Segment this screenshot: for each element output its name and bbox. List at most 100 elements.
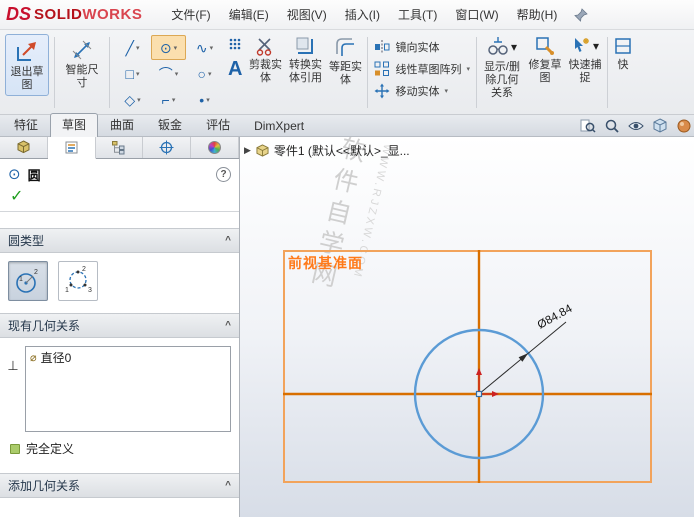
pin-menu-icon[interactable] bbox=[574, 7, 589, 22]
arc-tool-button[interactable]: ⌒ ▾ bbox=[151, 61, 186, 86]
menu-items: 文件(F) 编辑(E) 视图(V) 插入(I) 工具(T) 窗口(W) 帮助(H… bbox=[162, 0, 566, 29]
tab-dimxpert[interactable]: DimXpert bbox=[242, 116, 316, 136]
search-doc-icon[interactable] bbox=[579, 117, 596, 134]
offset-entities-button[interactable]: 等距实体 bbox=[325, 33, 365, 112]
circle-tool-icon: ⊙ bbox=[8, 166, 21, 183]
relation-list-item[interactable]: ⌀ 直径0 bbox=[26, 347, 230, 368]
ellipse-tool-button[interactable]: ○ ▾ bbox=[187, 61, 222, 86]
linear-pattern-label: 线性草图阵列 bbox=[395, 64, 462, 76]
display-delete-relations-button[interactable]: ▾ 显示/删除几何关系 bbox=[479, 33, 525, 112]
point-tool-button[interactable]: • ▾ bbox=[187, 87, 222, 112]
point-icon: • bbox=[199, 91, 205, 108]
tab-surfaces[interactable]: 曲面 bbox=[98, 113, 146, 136]
repair-sketch-button[interactable]: 修复草图 bbox=[525, 33, 565, 112]
section-circle-type-label: 圆类型 bbox=[8, 234, 45, 248]
clipped-tool-button[interactable]: 快 bbox=[610, 33, 636, 112]
section-view-icon[interactable] bbox=[651, 117, 668, 134]
menu-insert[interactable]: 插入(I) bbox=[336, 0, 389, 29]
linear-sketch-pattern-button[interactable]: 线性草图阵列 ▾ bbox=[374, 61, 470, 77]
line-tool-button[interactable]: ╱ ▾ bbox=[115, 35, 150, 60]
property-manager-tab[interactable] bbox=[47, 137, 96, 159]
feature-manager-tab[interactable] bbox=[0, 137, 48, 158]
arc-icon: ⌒ bbox=[158, 65, 173, 82]
solidworks-logo: DS SOLIDWORKS bbox=[6, 4, 142, 25]
ribbon-separator bbox=[475, 37, 477, 108]
quick-snaps-button[interactable]: ▾ 快速捕捉 bbox=[565, 33, 605, 112]
smart-dimension-button[interactable]: 智能尺寸 bbox=[60, 34, 104, 94]
trim-entities-icon bbox=[255, 36, 275, 56]
exit-sketch-icon bbox=[14, 38, 40, 64]
dropdown-icon: ▾ bbox=[207, 70, 212, 78]
text-tool-button[interactable]: A bbox=[228, 59, 242, 79]
property-manager-panel: ⊙ 圆 ? ✓ 圆类型 ^ 2 1 2 1 3 现有几何关系 ^ ⊥ ⌀ 直径0… bbox=[0, 137, 240, 517]
spline-tool-button[interactable]: ∿ ▾ bbox=[187, 35, 222, 60]
tree-root-item[interactable]: 零件1 (默认<<默认>_显... bbox=[274, 142, 410, 159]
menu-help[interactable]: 帮助(H) bbox=[508, 0, 567, 29]
fillet-icon: ⌐ bbox=[161, 91, 170, 108]
exit-sketch-button[interactable]: 退出草图 bbox=[5, 34, 49, 96]
tab-features[interactable]: 特征 bbox=[2, 113, 50, 136]
quick-snaps-icon bbox=[571, 36, 591, 56]
mirror-entities-label: 镜向实体 bbox=[395, 42, 440, 54]
dropdown-icon: ▾ bbox=[173, 44, 178, 52]
sketch-fillet-tool-button[interactable]: ⌐ ▾ bbox=[151, 87, 186, 112]
tab-sheet-metal[interactable]: 钣金 bbox=[146, 113, 194, 136]
appearance-icon[interactable] bbox=[675, 117, 692, 134]
section-add-relations[interactable]: 添加几何关系 ^ bbox=[0, 473, 239, 498]
section-existing-relations-label: 现有几何关系 bbox=[8, 319, 81, 333]
clipped-tool-icon bbox=[613, 36, 633, 56]
offset-entities-icon bbox=[334, 36, 356, 58]
menu-view[interactable]: 视图(V) bbox=[278, 0, 336, 29]
sketch-entities-grid: ╱ ▾ ⊙ ▾ ∿ ▾ □ ▾ ⌒ ▾ ○ ▾ ◇ ▾ ⌐ ▾ • ▾ bbox=[112, 33, 225, 112]
diameter-relation-icon: ⌀ bbox=[30, 352, 37, 364]
trim-entities-button[interactable]: 剪裁实体 bbox=[245, 33, 285, 112]
dropdown-icon: ▾ bbox=[510, 40, 517, 54]
collapse-chevron-icon: ^ bbox=[225, 319, 231, 331]
dimxpert-manager-icon bbox=[159, 140, 174, 155]
help-icon[interactable]: ? bbox=[216, 167, 231, 182]
ellipse-icon: ○ bbox=[197, 65, 206, 82]
origin-x-arrowhead bbox=[492, 391, 499, 397]
zoom-icon[interactable] bbox=[603, 117, 620, 134]
circle-center-point[interactable] bbox=[475, 390, 483, 398]
section-existing-relations[interactable]: 现有几何关系 ^ bbox=[0, 313, 239, 338]
confirm-button[interactable]: ✓ bbox=[0, 188, 239, 211]
fully-defined-icon bbox=[10, 443, 20, 454]
tab-evaluate[interactable]: 评估 bbox=[194, 113, 242, 136]
menu-tools[interactable]: 工具(T) bbox=[389, 0, 446, 29]
relations-list[interactable]: ⌀ 直径0 bbox=[25, 346, 231, 432]
circle-icon: ⊙ bbox=[159, 39, 172, 56]
convert-entities-button[interactable]: 转换实体引用 bbox=[285, 33, 325, 112]
dimxpert-manager-tab[interactable] bbox=[143, 137, 192, 158]
menu-edit[interactable]: 编辑(E) bbox=[220, 0, 278, 29]
circle-tool-button[interactable]: ⊙ ▾ bbox=[151, 35, 186, 60]
center-circle-type-button[interactable]: 2 1 bbox=[8, 261, 48, 301]
diameter-dimension-text[interactable]: Ø84.84 bbox=[536, 303, 575, 332]
ribbon-separator bbox=[54, 37, 55, 108]
view-settings-icon[interactable] bbox=[627, 117, 644, 134]
mirror-entities-button[interactable]: 镜向实体 bbox=[374, 39, 470, 55]
graphics-area[interactable]: WWW.RJZXW.COM 软件自学网 ▶ 零件1 (默认<<默认>_显... … bbox=[240, 137, 694, 517]
sketch-pattern-mini-icon[interactable] bbox=[228, 37, 242, 51]
display-relations-label: 显示/删除几何关系 bbox=[483, 61, 520, 99]
rectangle-icon: □ bbox=[125, 65, 134, 82]
pattern-tools-group: 镜向实体 线性草图阵列 ▾ 移动实体 ▾ bbox=[370, 33, 474, 112]
panel-divider bbox=[0, 211, 239, 212]
smart-dimension-label: 智能尺寸 bbox=[65, 64, 99, 89]
move-entities-button[interactable]: 移动实体 ▾ bbox=[374, 83, 470, 99]
tab-sketch[interactable]: 草图 bbox=[50, 113, 99, 137]
tree-expand-icon[interactable]: ▶ bbox=[244, 145, 251, 156]
perimeter-circle-type-button[interactable]: 2 1 3 bbox=[58, 261, 98, 301]
menu-window[interactable]: 窗口(W) bbox=[446, 0, 507, 29]
polygon-tool-button[interactable]: ◇ ▾ bbox=[115, 87, 150, 112]
configuration-manager-tab[interactable] bbox=[96, 137, 144, 158]
menu-file[interactable]: 文件(F) bbox=[162, 0, 219, 29]
section-circle-type[interactable]: 圆类型 ^ bbox=[0, 228, 239, 253]
rectangle-tool-button[interactable]: □ ▾ bbox=[115, 61, 150, 86]
heads-up-toolbar bbox=[579, 117, 694, 134]
display-manager-tab[interactable] bbox=[191, 137, 239, 158]
dropdown-icon: ▾ bbox=[444, 88, 448, 95]
dropdown-icon: ▾ bbox=[466, 66, 470, 73]
solidworks-window: DS SOLIDWORKS 文件(F) 编辑(E) 视图(V) 插入(I) 工具… bbox=[0, 0, 694, 517]
svg-text:2: 2 bbox=[82, 266, 86, 273]
